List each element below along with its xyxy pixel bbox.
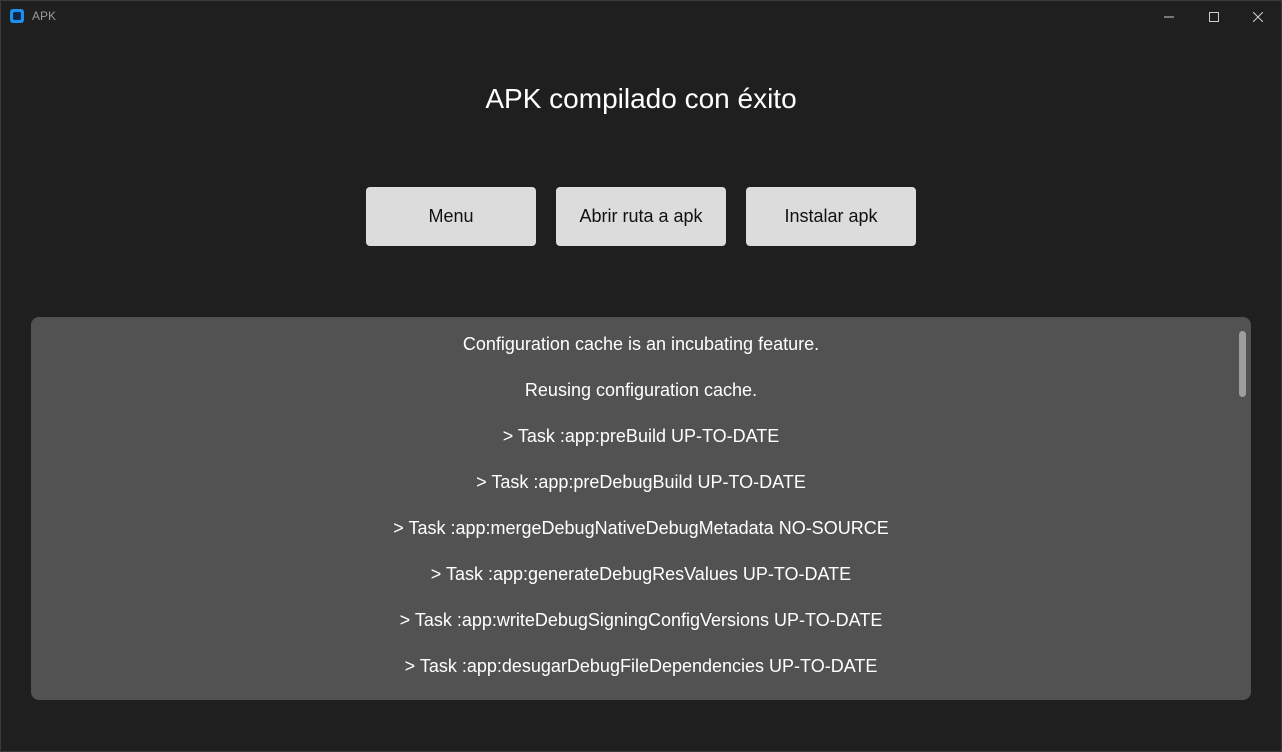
log-list: Configuration cache is an incubating fea… [31, 317, 1251, 700]
log-line: > Task :app:mergeDebugNativeDebugMetadat… [393, 518, 889, 538]
install-apk-button[interactable]: Instalar apk [746, 187, 916, 246]
minimize-icon [1164, 16, 1174, 17]
log-line: > Task :app:desugarDebugFileDependencies… [404, 656, 878, 676]
page-title: APK compilado con éxito [485, 83, 797, 114]
log-line: Configuration cache is an incubating fea… [462, 334, 820, 354]
maximize-button[interactable] [1191, 1, 1237, 32]
log-line: > Task :app:preBuild UP-TO-DATE [502, 426, 780, 446]
app-window: APK APK compilado con éxito Menu Abrir r… [0, 0, 1282, 752]
app-icon [10, 9, 24, 23]
log-line: Reusing configuration cache. [524, 380, 758, 400]
close-button[interactable] [1235, 1, 1281, 32]
menu-button[interactable]: Menu [366, 187, 536, 246]
build-log-panel[interactable]: Configuration cache is an incubating fea… [31, 317, 1251, 700]
close-icon [1253, 11, 1263, 22]
window-title: APK [32, 9, 57, 23]
log-scrollbar[interactable] [1239, 331, 1246, 397]
open-apk-path-button[interactable]: Abrir ruta a apk [556, 187, 726, 246]
log-line: > Task :app:generateDebugResValues UP-TO… [430, 564, 852, 584]
minimize-button[interactable] [1146, 1, 1192, 32]
maximize-icon [1209, 11, 1219, 22]
title-bar[interactable]: APK [1, 1, 1281, 32]
log-line: > Task :app:preDebugBuild UP-TO-DATE [476, 472, 806, 492]
log-line: > Task :app:writeDebugSigningConfigVersi… [399, 610, 883, 630]
